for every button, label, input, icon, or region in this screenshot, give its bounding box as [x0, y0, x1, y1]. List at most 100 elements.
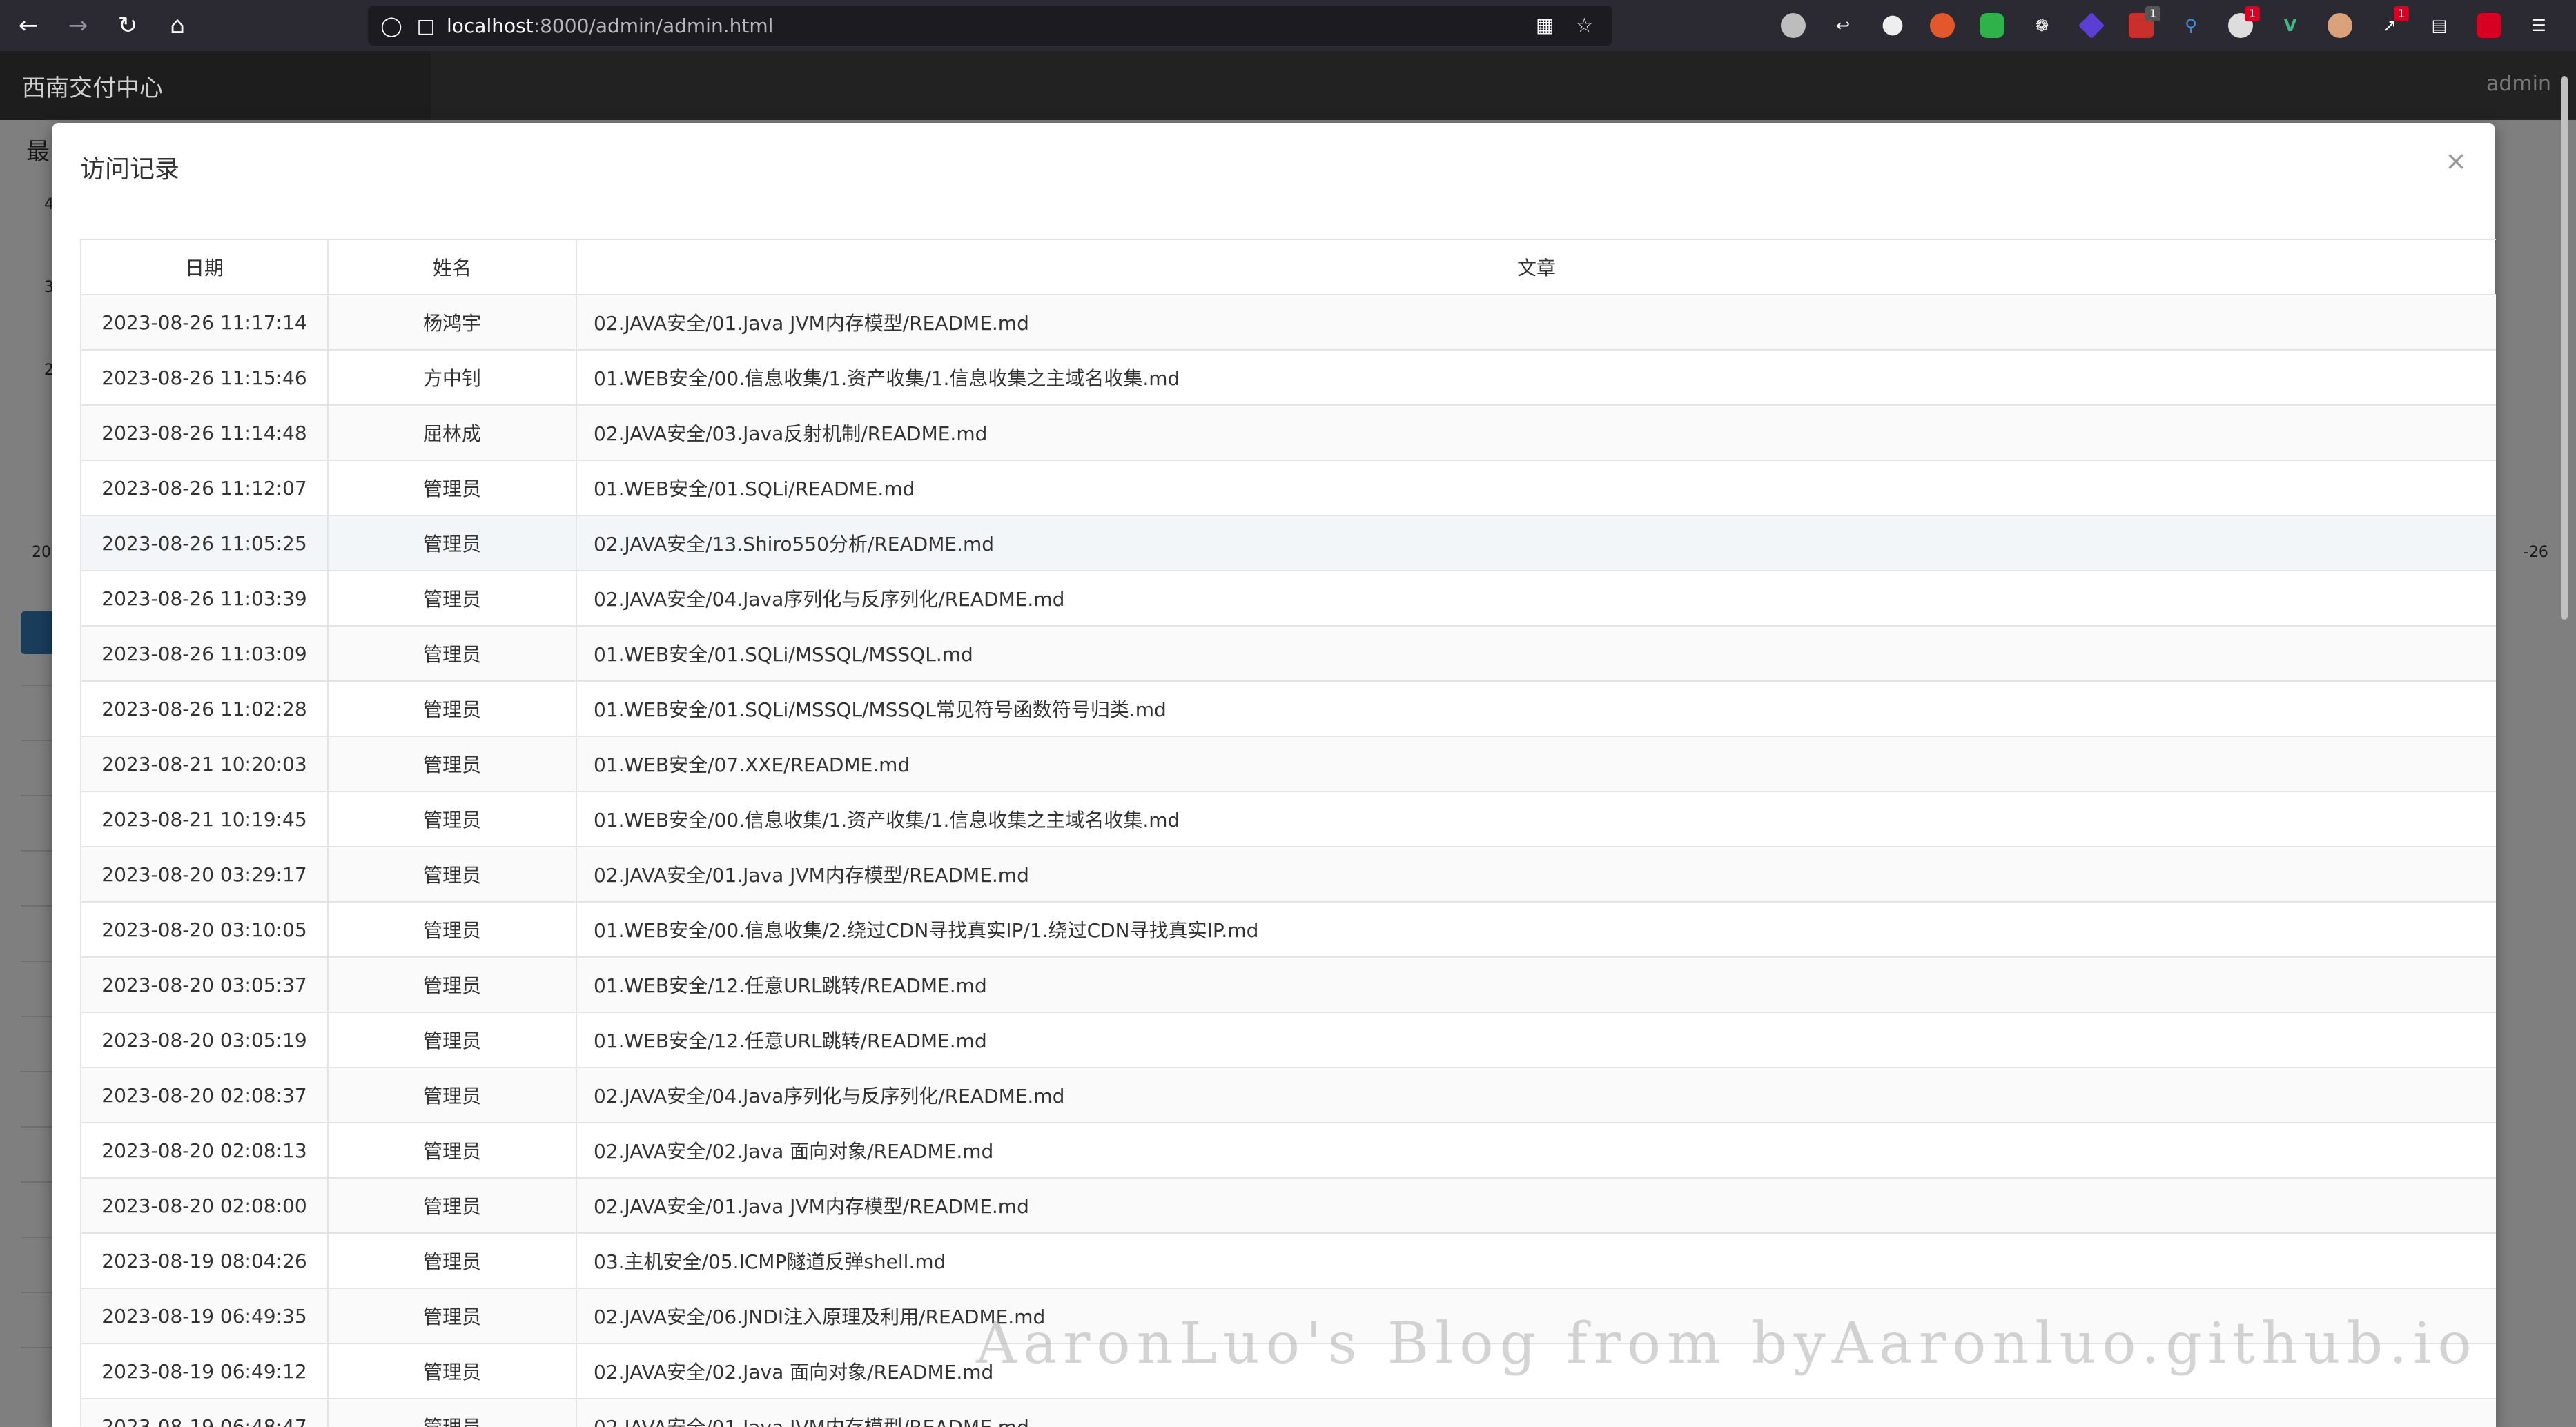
cell-article: 01.WEB安全/01.SQLi/README.md: [576, 460, 2496, 516]
cell-date: 2023-08-26 11:02:28: [80, 680, 329, 737]
table-row[interactable]: 2023-08-26 11:02:28 管理员 01.WEB安全/01.SQLi/M…: [80, 680, 2496, 737]
table-row[interactable]: 2023-08-20 03:05:37 管理员 01.WEB安全/12.任意URL跳…: [80, 956, 2496, 1013]
cell-article: 01.WEB安全/12.任意URL跳转/README.md: [576, 956, 2496, 1013]
extension-cookie-icon[interactable]: ❁: [2029, 13, 2054, 38]
bookmark-star-icon[interactable]: ☆: [1576, 14, 1593, 37]
table-row[interactable]: 2023-08-19 06:48:47管理员02.JAVA安全/01.Java …: [80, 1398, 2496, 1427]
url-text[interactable]: localhost:8000/admin/admin.html: [447, 14, 773, 37]
cell-date: 2023-08-20 03:10:05: [80, 901, 329, 958]
page-scrollbar-thumb[interactable]: [2561, 76, 2568, 620]
cell-article: 02.JAVA安全/04.Java序列化与反序列化/README.md: [576, 570, 2496, 627]
cell-article: 01.WEB安全/01.SQLi/MSSQL/MSSQL.md: [576, 625, 2496, 682]
app-navbar: 西南交付中心 admin: [0, 51, 2576, 120]
cell-name: 方中钊: [327, 349, 577, 406]
table-row[interactable]: 2023-08-26 11:12:07 管理员 01.WEB安全/01.SQLi/R…: [80, 460, 2496, 516]
cell-article: 02.JAVA安全/01.Java JVM内存模型/README.md: [576, 1398, 2496, 1427]
visit-log-modal: 访问记录 × 日期 姓名 文章 2023-08-26 11:17:14 杨鸿宇 02…: [52, 123, 2496, 1427]
extension-puzzle-red-icon[interactable]: 1: [2228, 6, 2260, 38]
menu-hamburger-icon[interactable]: ☰: [2526, 13, 2551, 38]
table-row[interactable]: 2023-08-20 02:08:13 管理员 02.JAVA安全/02.Java …: [80, 1122, 2496, 1179]
extension-fox-icon[interactable]: [1930, 13, 1955, 38]
extension-ghost-icon[interactable]: [1882, 15, 1903, 36]
table-row[interactable]: 2023-08-21 10:19:45 管理员 01.WEB安全/00.信息收集/1…: [80, 791, 2496, 847]
modal-body[interactable]: 日期 姓名 文章 2023-08-26 11:17:14 杨鸿宇 02.JAVA安全…: [80, 239, 2496, 1427]
cell-name: 管理员: [327, 1012, 577, 1068]
cell-article: 01.WEB安全/12.任意URL跳转/README.md: [576, 1012, 2496, 1068]
extension-clock-icon[interactable]: [1781, 13, 1806, 38]
extension-lock-icon[interactable]: [2477, 13, 2501, 38]
forward-arrow-icon[interactable]: →: [57, 4, 99, 47]
table-row[interactable]: 2023-08-20 02:08:37 管理员 02.JAVA安全/04.Java序…: [80, 1067, 2496, 1123]
table-row[interactable]: 2023-08-21 10:20:03 管理员 01.WEB安全/07.XXE/RE…: [80, 736, 2496, 792]
cell-article: 01.WEB安全/00.信息收集/1.资产收集/1.信息收集之主域名收集.md: [576, 791, 2496, 847]
table-row[interactable]: 2023-08-19 08:04:26 管理员 03.主机安全/05.ICMP隧道反…: [80, 1232, 2496, 1289]
modal-header: 访问记录 ×: [52, 123, 2495, 213]
cell-name: 管理员: [327, 901, 577, 958]
cell-name: 管理员: [327, 1232, 577, 1289]
visit-log-table: 日期 姓名 文章 2023-08-26 11:17:14 杨鸿宇 02.JAVA安全…: [80, 239, 2496, 1427]
shield-icon[interactable]: ◯: [378, 14, 405, 37]
cell-date: 2023-08-21 10:19:45: [80, 791, 329, 847]
column-header-date: 日期: [80, 239, 329, 295]
extension-icons: ↩ ❁ 1 ⚲ 1 V ↗ 1 ▤ ☰: [1781, 6, 2576, 41]
table-row[interactable]: 2023-08-26 11:05:25 管理员 02.JAVA安全/13.Shiro…: [80, 515, 2496, 571]
cell-article: 01.WEB安全/00.信息收集/2.绕过CDN寻找真实IP/1.绕过CDN寻找…: [576, 901, 2496, 958]
extension-avatar-icon[interactable]: [2328, 13, 2352, 38]
cell-date: 2023-08-20 03:05:37: [80, 956, 329, 1013]
extension-badge: 1: [2145, 6, 2160, 21]
column-header-name: 姓名: [327, 239, 577, 295]
cell-article: 03.主机安全/05.ICMP隧道反弹shell.md: [576, 1232, 2496, 1289]
qr-code-icon[interactable]: ▦: [1536, 14, 1554, 37]
reload-icon[interactable]: ↻: [106, 4, 149, 47]
cell-name: 管理员: [327, 1067, 577, 1123]
table-row[interactable]: 2023-08-26 11:14:48 屈林成 02.JAVA安全/03.Java反…: [80, 404, 2496, 461]
home-icon[interactable]: ⌂: [156, 4, 199, 47]
app-brand[interactable]: 西南交付中心: [22, 69, 163, 103]
extension-toggle-icon[interactable]: [1980, 13, 2004, 38]
url-bar[interactable]: ◯ □ localhost:8000/admin/admin.html ▦ ☆: [368, 6, 1612, 46]
cell-name: 管理员: [327, 1288, 577, 1344]
table-row[interactable]: 2023-08-20 02:08:00 管理员 02.JAVA安全/01.Java …: [80, 1177, 2496, 1234]
cell-article: 02.JAVA安全/06.JNDI注入原理及利用/README.md: [576, 1288, 2496, 1344]
current-user[interactable]: admin: [2486, 72, 2551, 96]
cell-article: 01.WEB安全/01.SQLi/MSSQL/MSSQL常见符号函数符号归类.m…: [576, 680, 2496, 737]
extension-layers-icon[interactable]: [2078, 12, 2105, 39]
extension-calendar-icon[interactable]: 1: [2129, 6, 2160, 38]
extension-pin-icon[interactable]: ⚲: [2178, 13, 2203, 38]
cell-name: 管理员: [327, 1343, 577, 1399]
cell-name: 管理员: [327, 736, 577, 792]
page-icon: □: [416, 14, 436, 37]
table-row[interactable]: 2023-08-19 06:49:35 管理员 02.JAVA安全/06.JNDI注…: [80, 1288, 2496, 1344]
cell-article: 01.WEB安全/07.XXE/README.md: [576, 736, 2496, 792]
cell-date: 2023-08-26 11:15:46: [80, 349, 329, 406]
extension-undo-icon[interactable]: ↩: [1831, 13, 1855, 38]
cell-article: 02.JAVA安全/04.Java序列化与反序列化/README.md: [576, 1067, 2496, 1123]
cell-name: 管理员: [327, 956, 577, 1013]
cell-name: 管理员: [327, 680, 577, 737]
column-header-article: 文章: [576, 239, 2496, 295]
table-row[interactable]: 2023-08-26 11:15:46 方中钊 01.WEB安全/00.信息收集/1…: [80, 349, 2496, 406]
back-arrow-icon[interactable]: ←: [7, 4, 50, 47]
extensions-puzzle-icon[interactable]: ▤: [2427, 13, 2452, 38]
extension-badge: 1: [2245, 6, 2260, 21]
cell-date: 2023-08-20 03:29:17: [80, 846, 329, 903]
table-row[interactable]: 2023-08-20 03:29:17 管理员 02.JAVA安全/01.Java …: [80, 846, 2496, 903]
extension-vue-icon[interactable]: V: [2278, 13, 2303, 38]
cell-name: 管理员: [327, 1122, 577, 1179]
table-row[interactable]: 2023-08-26 11:03:39 管理员 02.JAVA安全/04.Java序…: [80, 570, 2496, 627]
table-row[interactable]: 2023-08-20 03:05:19 管理员 01.WEB安全/12.任意URL跳…: [80, 1012, 2496, 1068]
cell-date: 2023-08-26 11:14:48: [80, 404, 329, 461]
table-row[interactable]: 2023-08-20 03:10:05 管理员 01.WEB安全/00.信息收集/2…: [80, 901, 2496, 958]
cell-date: 2023-08-21 10:20:03: [80, 736, 329, 792]
cell-date: 2023-08-26 11:05:25: [80, 515, 329, 571]
close-icon[interactable]: ×: [2445, 148, 2467, 174]
table-body: 2023-08-26 11:17:14 杨鸿宇 02.JAVA安全/01.Java …: [80, 294, 2496, 1427]
table-row[interactable]: 2023-08-19 06:49:12 管理员 02.JAVA安全/02.Java …: [80, 1343, 2496, 1399]
cell-name: 管理员: [327, 1398, 577, 1427]
cell-date: 2023-08-19 06:48:47: [80, 1398, 329, 1427]
table-row[interactable]: 2023-08-26 11:03:09 管理员 01.WEB安全/01.SQLi/M…: [80, 625, 2496, 682]
cell-name: 管理员: [327, 625, 577, 682]
extension-chart-icon[interactable]: ↗ 1: [2377, 6, 2409, 38]
url-host: localhost: [447, 14, 534, 37]
table-row[interactable]: 2023-08-26 11:17:14 杨鸿宇 02.JAVA安全/01.Java …: [80, 294, 2496, 351]
